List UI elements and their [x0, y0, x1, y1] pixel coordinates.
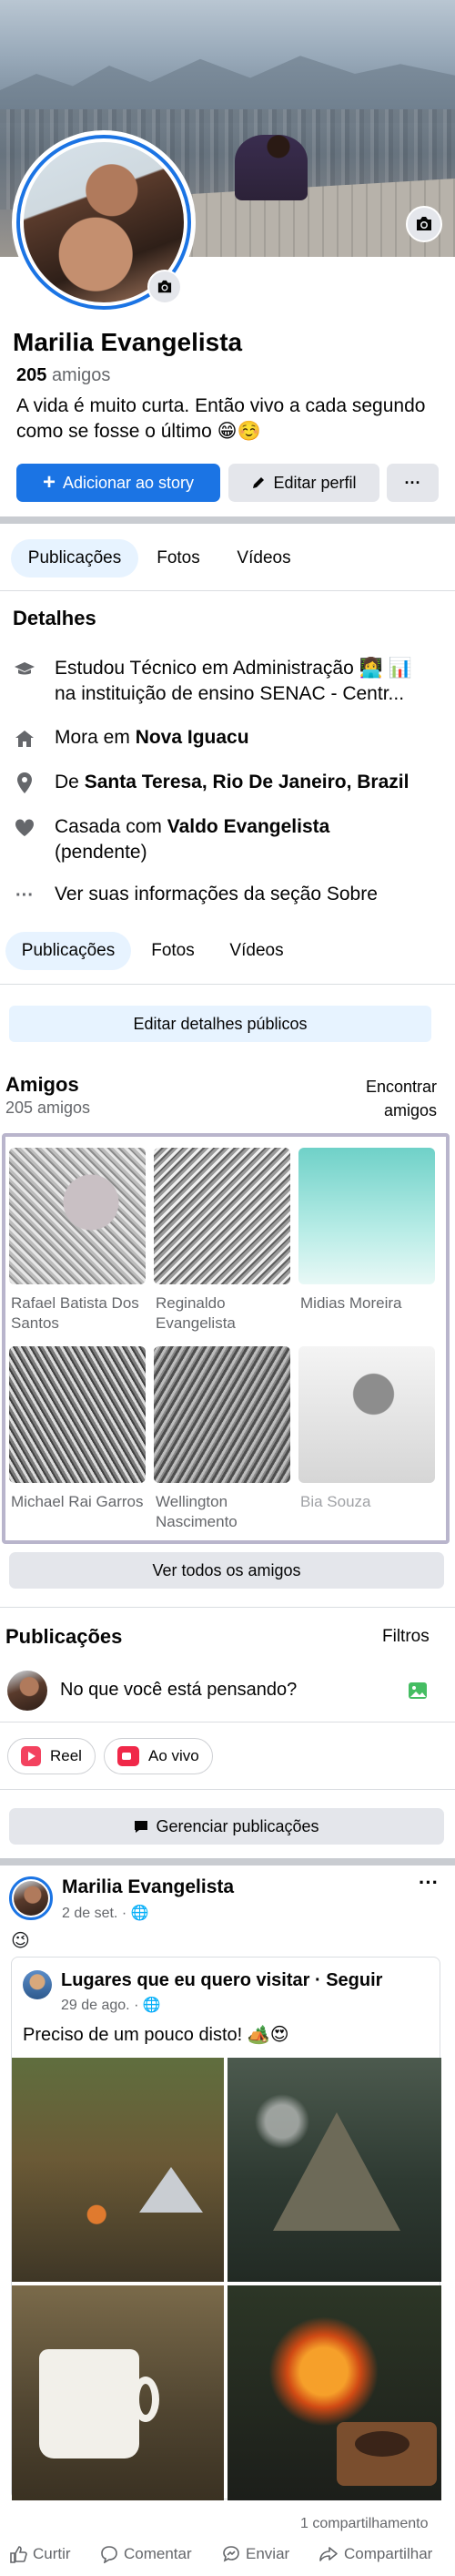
edit-public-details-button[interactable]: Editar detalhes públicos — [9, 1006, 431, 1042]
publications-title: Publicações — [5, 1625, 123, 1648]
post-author-name[interactable]: Marilia Evangelista — [62, 1876, 234, 1898]
friend-name[interactable]: Midias Moreira — [300, 1293, 446, 1314]
pencil-icon — [253, 477, 265, 488]
home-icon — [13, 727, 36, 751]
comment-icon — [101, 2546, 117, 2563]
post-photo[interactable] — [12, 2058, 224, 2282]
details-title: Detalhes — [13, 607, 96, 629]
shared-post[interactable]: Lugares que eu quero visitar · Seguir 29… — [11, 1957, 441, 2500]
friend-photo[interactable] — [9, 1346, 146, 1483]
reel-button[interactable]: Reel — [7, 1738, 96, 1774]
send-icon — [223, 2546, 239, 2562]
tab-photos-secondary[interactable]: Fotos — [138, 932, 207, 970]
comment-button[interactable]: Comentar — [100, 2545, 192, 2563]
shared-text: Preciso de um pouco disto! 🏕️😍 — [23, 2025, 289, 2045]
tab-videos-secondary[interactable]: Vídeos — [218, 932, 295, 970]
add-story-button[interactable]: + Adicionar ao story — [16, 464, 220, 502]
graduation-cap-icon — [13, 658, 36, 681]
follow-link[interactable]: Seguir — [326, 1970, 382, 1990]
image-icon[interactable] — [408, 1682, 428, 1700]
post-options-button[interactable]: ··· — [419, 1871, 439, 1895]
edit-profile-button[interactable]: Editar perfil — [228, 464, 379, 502]
post-date[interactable]: 2 de set. · 🌐 — [62, 1904, 149, 1922]
profile-name: Marilia Evangelista — [13, 328, 243, 356]
share-button[interactable]: Compartilhar — [318, 2545, 432, 2563]
shared-date: 29 de ago. · 🌐 — [61, 1998, 161, 2013]
tabs-divider — [0, 590, 455, 591]
post-photo[interactable] — [228, 2285, 441, 2500]
live-button[interactable]: Ao vivo — [104, 1738, 213, 1774]
plus-icon: + — [42, 470, 56, 495]
manage-posts-button[interactable]: Gerenciar publicações — [9, 1808, 444, 1845]
ellipsis-icon: ··· — [15, 885, 34, 905]
find-friends-link[interactable]: Encontrar amigos — [346, 1075, 437, 1122]
profile-bio: A vida é muito curta. Então vivo a cada … — [16, 395, 426, 442]
post-photo[interactable] — [228, 2058, 441, 2282]
post-divider — [0, 1858, 455, 1866]
shared-author[interactable]: Lugares que eu quero visitar · Seguir — [61, 1970, 382, 1991]
filters-button[interactable]: Filtros — [382, 1627, 430, 1647]
friend-name[interactable]: Michael Rai Garros — [11, 1492, 157, 1512]
detail-education: Estudou Técnico em Administração 👩‍💻 📊 n… — [13, 656, 450, 707]
share-count[interactable]: 1 compartilhamento — [300, 2516, 429, 2532]
friend-name[interactable]: Bia Souza — [300, 1492, 446, 1512]
camera-icon — [157, 280, 172, 293]
location-pin-icon — [13, 772, 36, 795]
heart-icon — [13, 816, 36, 840]
friend-photo[interactable] — [298, 1148, 435, 1284]
see-about-link[interactable]: ··· Ver suas informações da seção Sobre — [13, 882, 450, 907]
tab-publications[interactable]: Publicações — [11, 539, 138, 578]
tab-photos[interactable]: Fotos — [144, 539, 213, 578]
lives-city-link[interactable]: Nova Iguacu — [136, 727, 249, 748]
profile-friends-count[interactable]: 205 amigos — [16, 365, 110, 386]
friends-title: Amigos — [5, 1073, 79, 1096]
send-button[interactable]: Enviar — [222, 2545, 289, 2563]
post-photo[interactable] — [12, 2285, 224, 2500]
composer-input[interactable]: No que você está pensando? — [60, 1680, 297, 1701]
section-divider — [0, 516, 455, 524]
friend-name[interactable]: Wellington Nascimento — [156, 1492, 301, 1532]
cover-camera-button[interactable] — [406, 206, 442, 242]
friends-grid: Rafael Batista Dos Santos Reginaldo Evan… — [2, 1133, 450, 1544]
post-text: 😉 — [11, 1931, 30, 1951]
tab-publications-secondary[interactable]: Publicações — [5, 932, 131, 970]
friends-count: 205 amigos — [5, 1099, 91, 1117]
reel-icon — [21, 1746, 41, 1766]
avatar-camera-button[interactable] — [147, 270, 182, 304]
composer-avatar[interactable] — [7, 1671, 47, 1711]
like-icon — [10, 2546, 27, 2563]
detail-lives-in: Mora em Nova Iguacu — [13, 725, 450, 751]
friends-divider — [0, 1607, 455, 1608]
tabs-divider-secondary — [0, 984, 455, 985]
friend-photo[interactable] — [154, 1148, 290, 1284]
camera-icon — [417, 217, 431, 230]
friend-photo[interactable] — [298, 1346, 435, 1483]
partner-link[interactable]: Valdo Evangelista — [167, 816, 330, 837]
like-button[interactable]: Curtir — [9, 2545, 71, 2563]
friend-name[interactable]: Rafael Batista Dos Santos — [11, 1293, 157, 1334]
post-author-avatar[interactable] — [9, 1876, 53, 1920]
live-video-icon — [117, 1746, 139, 1766]
detail-from: De Santa Teresa, Rio De Janeiro, Brazil — [13, 770, 450, 795]
message-icon — [135, 1821, 148, 1833]
create-divider — [0, 1789, 455, 1790]
shared-author-avatar[interactable] — [23, 1970, 52, 1999]
more-options-button[interactable]: ··· — [387, 464, 439, 502]
detail-relationship: Casada com Valdo Evangelista (pendente) — [13, 814, 450, 865]
friend-photo[interactable] — [154, 1346, 290, 1483]
tab-videos[interactable]: Vídeos — [226, 539, 302, 578]
see-all-friends-button[interactable]: Ver todos os amigos — [9, 1552, 444, 1589]
from-city-link[interactable]: Santa Teresa, Rio De Janeiro, Brazil — [85, 772, 410, 792]
share-icon — [319, 2547, 338, 2561]
friend-photo[interactable] — [9, 1148, 146, 1284]
friend-name[interactable]: Reginaldo Evangelista — [156, 1293, 301, 1334]
